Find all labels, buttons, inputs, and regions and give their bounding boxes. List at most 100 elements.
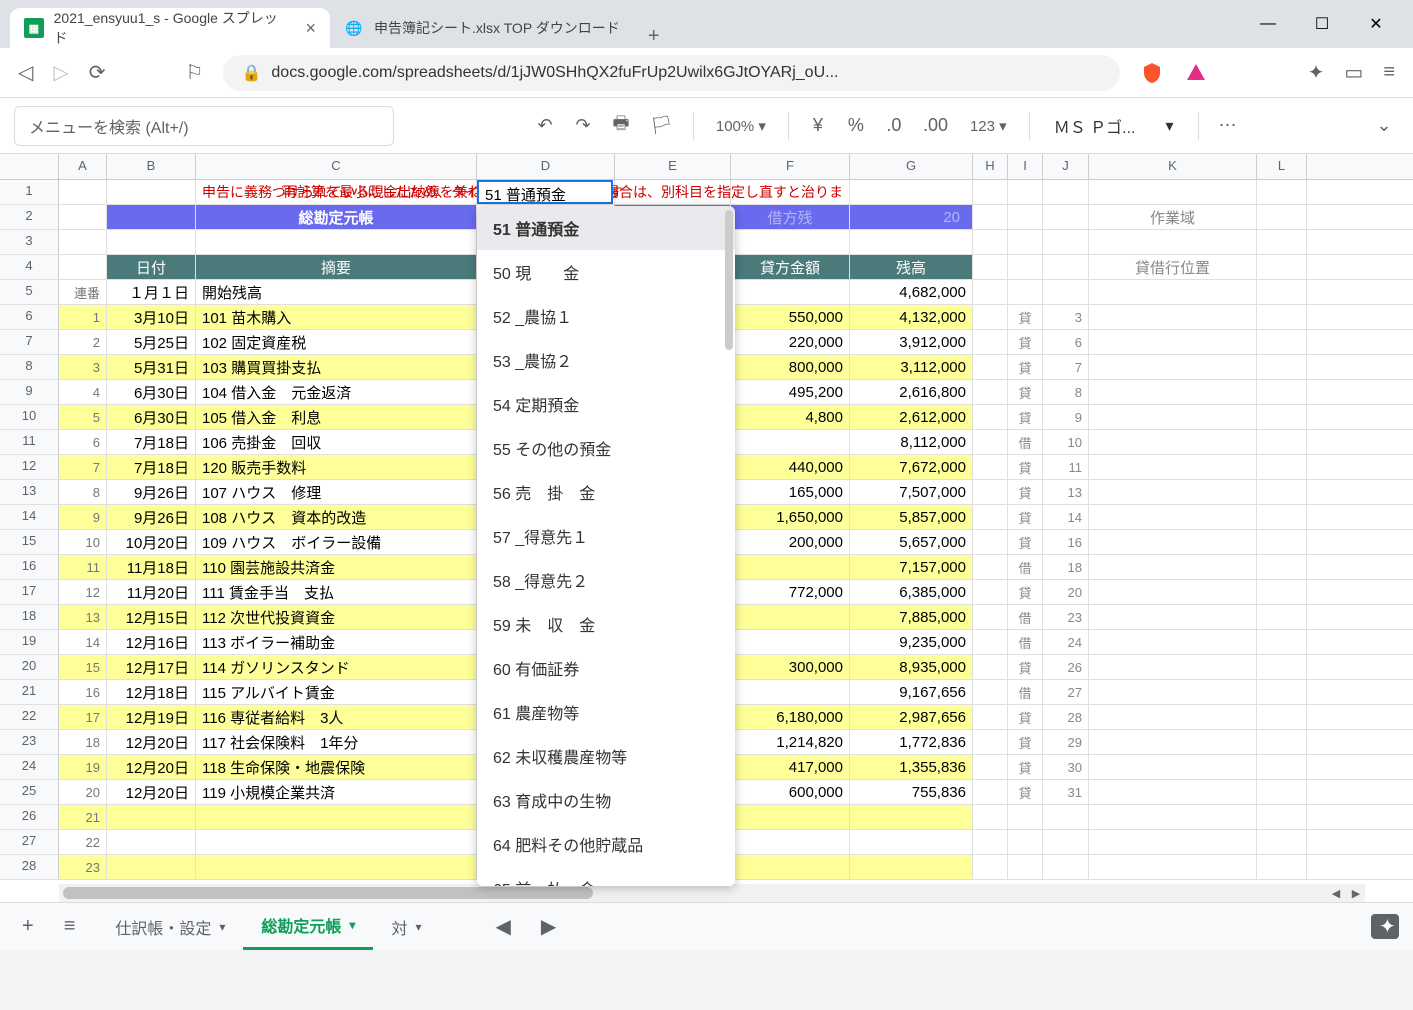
cell[interactable]: 11 xyxy=(1043,455,1089,479)
cell[interactable]: 15 xyxy=(59,655,107,679)
cell[interactable] xyxy=(973,530,1008,554)
cell[interactable]: 18 xyxy=(1043,555,1089,579)
cell[interactable]: 2,612,000 xyxy=(850,405,973,429)
cell[interactable]: 貸 xyxy=(1008,780,1043,804)
row-header[interactable]: 5 xyxy=(0,280,59,304)
cell[interactable] xyxy=(731,630,850,654)
cell[interactable]: 440,000 xyxy=(731,455,850,479)
cell[interactable]: 101 苗木購入 xyxy=(196,305,477,329)
cell[interactable]: 12月20日 xyxy=(107,730,196,754)
paint-format-button[interactable]: 🏳 xyxy=(644,109,679,143)
cell[interactable]: 18 xyxy=(59,730,107,754)
cell[interactable]: 借 xyxy=(1008,555,1043,579)
dropdown-item[interactable]: 64 肥料その他貯蔵品 xyxy=(477,822,735,866)
cell[interactable] xyxy=(1257,280,1307,304)
dropdown-item[interactable]: 57 _得意先１ xyxy=(477,514,735,558)
new-tab-button[interactable]: + xyxy=(634,25,674,48)
cell[interactable] xyxy=(1008,180,1043,204)
cell[interactable]: 8,935,000 xyxy=(850,655,973,679)
col-header-H[interactable]: H xyxy=(973,154,1008,179)
cell[interactable] xyxy=(1089,480,1257,504)
cell[interactable]: 貸 xyxy=(1008,755,1043,779)
close-button[interactable]: ✕ xyxy=(1364,12,1388,36)
add-sheet-button[interactable]: + xyxy=(14,915,42,938)
row-header[interactable]: 25 xyxy=(0,780,59,804)
row-header[interactable]: 6 xyxy=(0,305,59,329)
cell[interactable]: 貸方金額 xyxy=(731,255,850,279)
sheet-tab[interactable]: 対 ▾ xyxy=(373,903,439,950)
cell[interactable]: 12 xyxy=(59,580,107,604)
cell[interactable]: 10月20日 xyxy=(107,530,196,554)
print-button[interactable]: 🖶 xyxy=(606,109,636,143)
cell[interactable]: 1 xyxy=(59,305,107,329)
cell[interactable]: 30 xyxy=(1043,755,1089,779)
cell[interactable]: 9月26日 xyxy=(107,505,196,529)
col-header-I[interactable]: I xyxy=(1008,154,1043,179)
format-select[interactable]: 123 ▾ xyxy=(962,117,1015,135)
cell[interactable]: 連番 xyxy=(59,280,107,304)
cell[interactable]: 7月18日 xyxy=(107,455,196,479)
cell[interactable]: 3月10日 xyxy=(107,305,196,329)
cell[interactable]: 107 ハウス 修理 xyxy=(196,480,477,504)
cell[interactable]: 20 xyxy=(850,205,973,229)
cell[interactable] xyxy=(973,605,1008,629)
cell[interactable]: 9月26日 xyxy=(107,480,196,504)
cell[interactable] xyxy=(973,680,1008,704)
cell[interactable] xyxy=(1257,755,1307,779)
cell[interactable]: 13 xyxy=(59,605,107,629)
cell[interactable]: 20 xyxy=(1043,580,1089,604)
cell[interactable] xyxy=(1089,330,1257,354)
row-header[interactable]: 18 xyxy=(0,605,59,629)
cell[interactable] xyxy=(1089,430,1257,454)
cell[interactable] xyxy=(731,805,850,829)
row-header[interactable]: 2 xyxy=(0,205,59,229)
cell[interactable] xyxy=(731,855,850,879)
cell[interactable]: 6月30日 xyxy=(107,405,196,429)
cell[interactable]: 495,200 xyxy=(731,380,850,404)
cell[interactable]: 貸 xyxy=(1008,455,1043,479)
cell[interactable]: 貸 xyxy=(1008,355,1043,379)
extensions-icon[interactable]: ✦ xyxy=(1308,60,1325,85)
cell[interactable] xyxy=(59,205,107,229)
cell[interactable]: 26 xyxy=(1043,655,1089,679)
browser-tab-active[interactable]: ▦ 2021_ensyuu1_s - Google スプレッド × xyxy=(10,8,330,48)
cell[interactable]: 7,672,000 xyxy=(850,455,973,479)
cell[interactable] xyxy=(973,255,1008,279)
cell[interactable]: 300,000 xyxy=(731,655,850,679)
cell[interactable] xyxy=(1257,730,1307,754)
cell[interactable] xyxy=(196,855,477,879)
sheet-tab[interactable]: 仕訳帳・設定 ▾ xyxy=(97,903,243,950)
cell[interactable]: 借 xyxy=(1008,430,1043,454)
browser-tab[interactable]: 🌐 申告簿記シート.xlsx TOP ダウンロード xyxy=(330,8,634,48)
dropdown-item[interactable]: 62 未収穫農産物等 xyxy=(477,734,735,778)
row-header[interactable]: 7 xyxy=(0,330,59,354)
cell[interactable] xyxy=(1089,655,1257,679)
cell[interactable] xyxy=(1043,830,1089,854)
cell[interactable] xyxy=(973,355,1008,379)
dropdown-item[interactable]: 60 有価証券 xyxy=(477,646,735,690)
cell[interactable]: 13 xyxy=(1043,480,1089,504)
row-header[interactable]: 15 xyxy=(0,530,59,554)
cell[interactable] xyxy=(59,255,107,279)
cell[interactable] xyxy=(973,505,1008,529)
row-header[interactable]: 20 xyxy=(0,655,59,679)
menu-icon[interactable]: ≡ xyxy=(1383,61,1395,84)
cell[interactable]: 16 xyxy=(1043,530,1089,554)
cell[interactable] xyxy=(107,205,196,229)
cell[interactable]: 7,157,000 xyxy=(850,555,973,579)
cell[interactable] xyxy=(973,630,1008,654)
cell[interactable]: 2,616,800 xyxy=(850,380,973,404)
cell[interactable]: 12月16日 xyxy=(107,630,196,654)
cell[interactable]: 16 xyxy=(59,680,107,704)
cell[interactable] xyxy=(1257,205,1307,229)
cell[interactable]: 8 xyxy=(1043,380,1089,404)
cell[interactable]: 4,800 xyxy=(731,405,850,429)
cell[interactable]: 8,112,000 xyxy=(850,430,973,454)
col-header-G[interactable]: G xyxy=(850,154,973,179)
cell[interactable]: 800,000 xyxy=(731,355,850,379)
cell[interactable]: 11月18日 xyxy=(107,555,196,579)
cell[interactable] xyxy=(1089,630,1257,654)
cell[interactable] xyxy=(731,605,850,629)
dropdown-item[interactable]: 50 現 金 xyxy=(477,250,735,294)
decrease-decimal-button[interactable]: .0 xyxy=(879,109,909,143)
